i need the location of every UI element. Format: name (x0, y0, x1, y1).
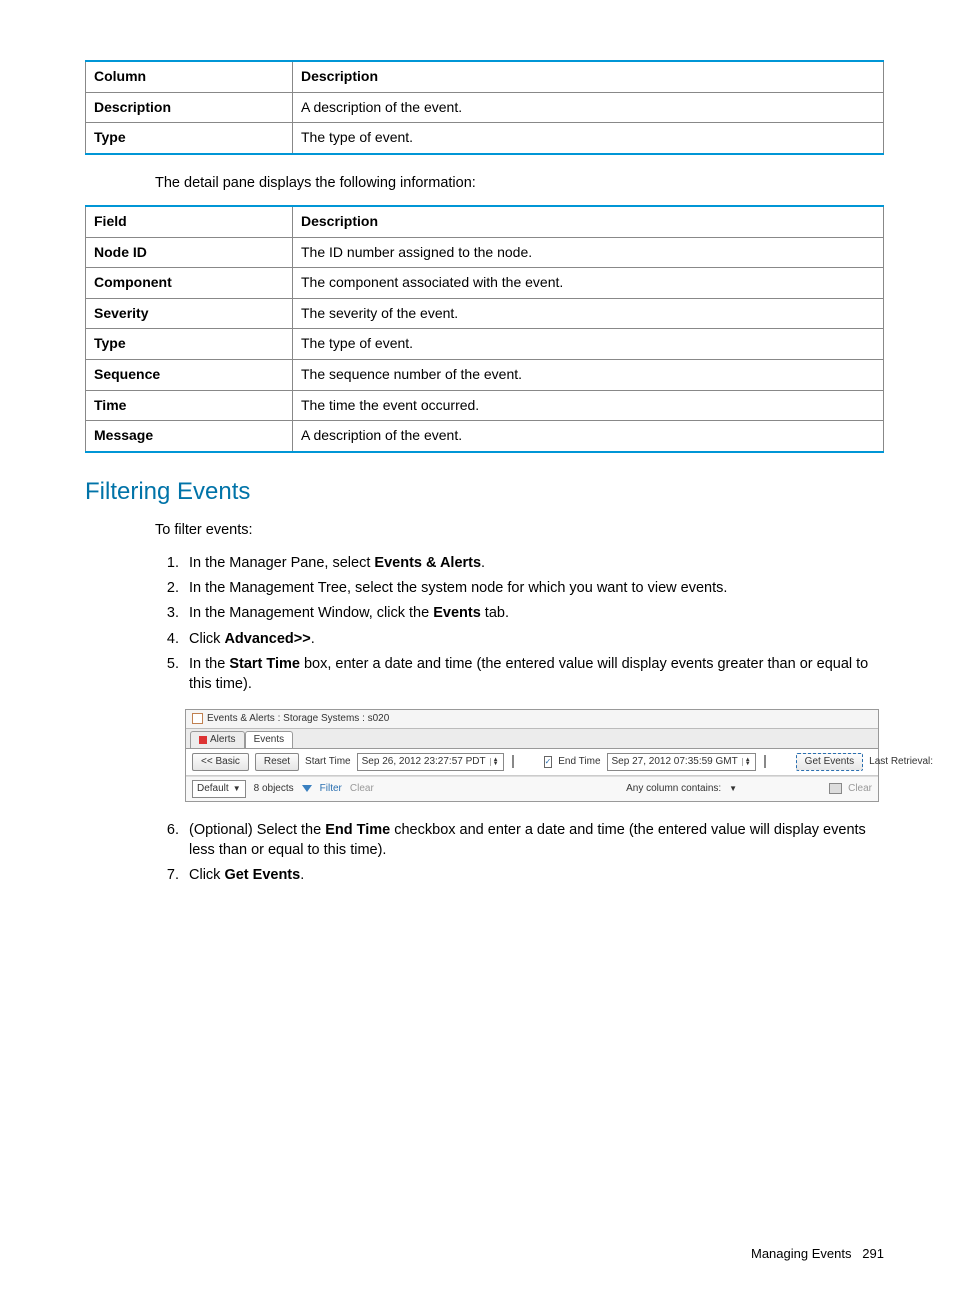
step-item: In the Management Tree, select the syste… (183, 578, 884, 598)
window-title: Events & Alerts : Storage Systems : s020 (207, 712, 389, 726)
events-alerts-window: Events & Alerts : Storage Systems : s020… (185, 709, 879, 802)
table-cell: The time the event occurred. (293, 390, 884, 421)
column-description-table: Column Description Description A descrip… (85, 60, 884, 155)
toolbar: << Basic Reset Start Time Sep 26, 2012 2… (186, 748, 878, 776)
table-cell: The type of event. (293, 329, 884, 360)
table-cell: Message (86, 421, 293, 452)
table-cell: The component associated with the event. (293, 268, 884, 299)
start-time-label: Start Time (305, 755, 351, 769)
table-cell: Component (86, 268, 293, 299)
filter-bar: Default▼ 8 objects Filter Clear Any colu… (186, 776, 878, 801)
field-description-table: Field Description Node IDThe ID number a… (85, 205, 884, 453)
spinner-icon[interactable]: ▲▼ (742, 758, 751, 766)
table-cell: Description (86, 92, 293, 123)
table-cell: A description of the event. (293, 421, 884, 452)
filter-link[interactable]: Filter (320, 782, 342, 796)
basic-button[interactable]: << Basic (192, 753, 249, 771)
end-time-label: End Time (558, 755, 600, 769)
step-item: Click Get Events. (183, 865, 884, 885)
chevron-down-icon[interactable]: ▼ (729, 783, 737, 794)
step-item: In the Start Time box, enter a date and … (183, 654, 884, 695)
table-cell: Sequence (86, 360, 293, 391)
table-header: Field (86, 206, 293, 237)
objects-count: 8 objects (254, 782, 294, 796)
end-time-input[interactable]: Sep 27, 2012 07:35:59 GMT ▲▼ (607, 753, 756, 771)
filter-intro: To filter events: (155, 520, 884, 540)
table-cell: The sequence number of the event. (293, 360, 884, 391)
tab-strip: Alerts Events (186, 729, 878, 748)
calendar-icon[interactable] (764, 755, 766, 768)
flag-icon (199, 736, 207, 744)
start-time-input[interactable]: Sep 26, 2012 23:27:57 PDT ▲▼ (357, 753, 504, 771)
step-item: In the Manager Pane, select Events & Ale… (183, 553, 884, 573)
detail-pane-intro: The detail pane displays the following i… (155, 173, 884, 193)
last-retrieval-label: Last Retrieval: (869, 755, 933, 769)
filtering-events-heading: Filtering Events (85, 475, 884, 509)
table-cell: Severity (86, 298, 293, 329)
table-header: Description (293, 206, 884, 237)
column-contains-label: Any column contains: (626, 782, 721, 796)
tab-label: Events (254, 733, 285, 747)
steps-list-continued: (Optional) Select the End Time checkbox … (155, 820, 884, 886)
table-cell: The ID number assigned to the node. (293, 237, 884, 268)
table-cell: The severity of the event. (293, 298, 884, 329)
tab-alerts[interactable]: Alerts (190, 731, 245, 748)
clear-link[interactable]: Clear (848, 782, 872, 796)
page-footer: Managing Events 291 (85, 1245, 884, 1263)
printer-icon[interactable] (829, 783, 842, 794)
window-titlebar: Events & Alerts : Storage Systems : s020 (186, 710, 878, 729)
step-item: (Optional) Select the End Time checkbox … (183, 820, 884, 861)
get-events-button[interactable]: Get Events (796, 753, 863, 771)
tab-events[interactable]: Events (245, 731, 294, 748)
table-cell: The type of event. (293, 123, 884, 154)
funnel-icon (302, 785, 312, 792)
table-cell: Type (86, 123, 293, 154)
default-dropdown[interactable]: Default▼ (192, 780, 246, 798)
reset-button[interactable]: Reset (255, 753, 299, 771)
calendar-icon[interactable] (512, 755, 514, 768)
step-item: Click Advanced>>. (183, 629, 884, 649)
table-header: Description (293, 61, 884, 92)
tab-label: Alerts (210, 733, 236, 747)
steps-list: In the Manager Pane, select Events & Ale… (155, 553, 884, 695)
table-header: Column (86, 61, 293, 92)
table-cell: Type (86, 329, 293, 360)
table-cell: Time (86, 390, 293, 421)
spinner-icon[interactable]: ▲▼ (490, 758, 499, 766)
window-icon (192, 713, 203, 724)
table-cell: A description of the event. (293, 92, 884, 123)
clear-link[interactable]: Clear (350, 782, 374, 796)
step-item: In the Management Window, click the Even… (183, 603, 884, 623)
table-cell: Node ID (86, 237, 293, 268)
end-time-checkbox[interactable]: ✓ (544, 756, 553, 768)
